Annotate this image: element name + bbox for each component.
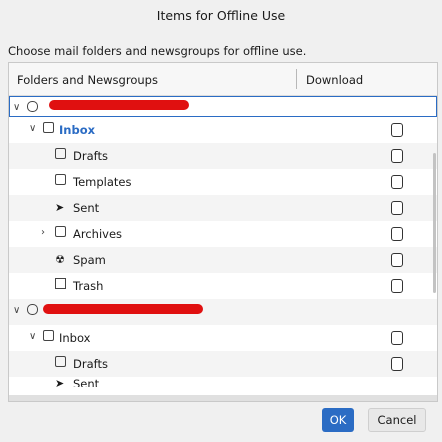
checkbox[interactable] — [391, 227, 403, 241]
tree-row-account-2[interactable]: ∨ — [9, 299, 437, 325]
checkbox[interactable] — [391, 201, 403, 215]
folder-label: Sent — [73, 201, 100, 215]
column-header: Folders and Newsgroups Download — [9, 63, 437, 96]
chevron-down-icon[interactable]: ∨ — [13, 102, 20, 113]
col-folders-header[interactable]: Folders and Newsgroups — [17, 73, 158, 87]
folder-label: Templates — [73, 175, 132, 189]
folder-label: Drafts — [73, 149, 108, 163]
checkbox[interactable] — [391, 331, 403, 345]
archives-icon — [55, 226, 66, 237]
folder-label: Drafts — [73, 357, 108, 371]
column-separator[interactable] — [296, 69, 297, 89]
folder-label: Inbox — [59, 123, 96, 137]
tree-row-spam[interactable]: ☢ Spam — [9, 247, 437, 273]
tree-row-inbox-2[interactable]: ∨ Inbox — [9, 325, 437, 351]
sent-icon: ➤ — [55, 377, 65, 387]
checkbox[interactable] — [391, 175, 403, 189]
folder-label: Inbox — [59, 331, 91, 345]
folder-label: Sent — [73, 377, 100, 387]
tree-row-templates[interactable]: Templates — [9, 169, 437, 195]
chevron-right-icon[interactable]: › — [41, 227, 45, 238]
col-download-header[interactable]: Download — [306, 73, 363, 87]
tree-row-trash[interactable]: Trash — [9, 273, 437, 299]
checkbox[interactable] — [391, 123, 403, 137]
redacted-account-name — [49, 100, 189, 110]
folder-label: Trash — [73, 279, 104, 293]
tree-row-archives[interactable]: › Archives — [9, 221, 437, 247]
chevron-down-icon[interactable]: ∨ — [29, 331, 36, 342]
tree-row-drafts-2[interactable]: Drafts — [9, 351, 437, 377]
checkbox[interactable] — [391, 253, 403, 267]
vertical-scrollbar[interactable] — [433, 153, 436, 293]
folder-label: Spam — [73, 253, 106, 267]
tree-row-sent[interactable]: ➤ Sent — [9, 195, 437, 221]
tree-row-drafts[interactable]: Drafts — [9, 143, 437, 169]
sent-icon: ➤ — [55, 201, 65, 214]
tree-row-account-1[interactable]: ∨ — [9, 96, 437, 117]
dialog-title: Items for Offline Use — [156, 8, 286, 23]
trash-icon — [55, 278, 66, 289]
spam-icon: ☢ — [55, 253, 65, 266]
inbox-icon — [43, 122, 54, 133]
checkbox[interactable] — [391, 279, 403, 293]
drafts-icon — [55, 148, 66, 159]
folder-tree-panel: Folders and Newsgroups Download ∨ ∨ Inbo… — [8, 62, 438, 402]
redacted-account-name — [43, 304, 203, 314]
checkbox[interactable] — [391, 149, 403, 163]
folder-label: Archives — [73, 227, 123, 241]
chevron-down-icon[interactable]: ∨ — [29, 123, 36, 134]
cancel-button[interactable]: Cancel — [368, 408, 426, 432]
account-icon — [27, 101, 38, 112]
checkbox[interactable] — [391, 357, 403, 371]
tree-row-inbox[interactable]: ∨ Inbox — [9, 117, 437, 143]
drafts-icon — [55, 356, 66, 367]
inbox-icon — [43, 330, 54, 341]
chevron-down-icon[interactable]: ∨ — [13, 305, 20, 316]
templates-icon — [55, 174, 66, 185]
tree-row-sent-2[interactable]: ➤ Sent — [9, 377, 437, 387]
horizontal-scrollbar[interactable] — [9, 395, 437, 401]
account-icon — [27, 304, 38, 315]
ok-button[interactable]: OK — [322, 408, 354, 432]
dialog-description: Choose mail folders and newsgroups for o… — [8, 44, 307, 58]
